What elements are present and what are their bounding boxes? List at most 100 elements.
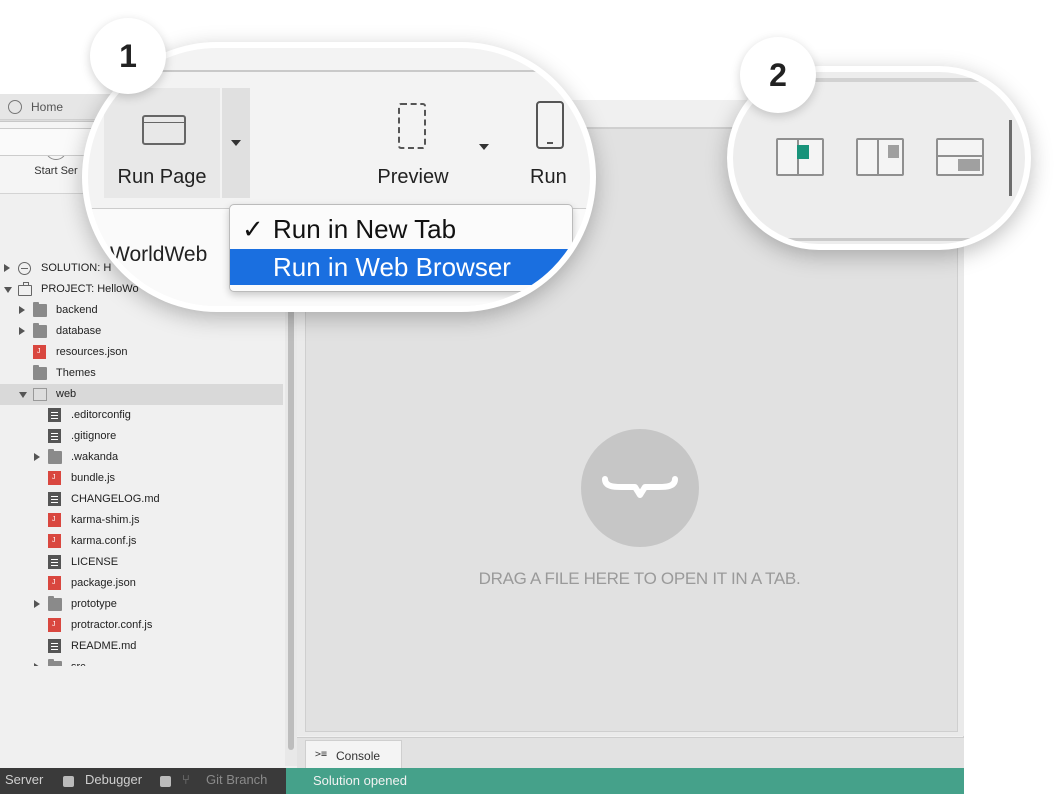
tree-item[interactable]: src [0,657,283,666]
active-panel-fill [797,145,809,159]
split-line [938,155,982,157]
tree-item-label: karma-shim.js [71,514,140,526]
tree-item-label: prototype [71,598,117,610]
tree-item[interactable]: LICENSE [0,552,283,573]
tree-item-label: .editorconfig [71,409,131,421]
tree-item-label: CHANGELOG.md [71,493,160,505]
tree-item[interactable]: .gitignore [0,426,283,447]
collapsed-caret-icon[interactable] [4,264,10,272]
tree-item[interactable]: README.md [0,636,283,657]
preview-button[interactable]: Preview [358,93,468,193]
text-file-icon [48,429,61,443]
tree-item-label: database [56,325,102,337]
layout-right-panel-button[interactable] [856,138,904,176]
layout-bottom-panel-button[interactable] [936,138,984,176]
split-line [877,140,879,174]
tree-item[interactable]: .editorconfig [0,405,283,426]
expanded-caret-icon[interactable] [19,392,27,398]
folder-icon [33,365,47,380]
tree-item[interactable]: karma-shim.js [0,510,283,531]
tree-item-label: resources.json [56,346,128,358]
run-page-dropdown-button[interactable] [222,88,250,198]
tree-item-label: web [56,388,77,400]
preview-label: Preview [377,166,449,188]
debugger-indicator-icon [160,776,171,787]
run-page-dropdown-menu: ✓ Run in New Tab Run in Web Browser [229,204,573,292]
preview-dropdown-icon[interactable] [479,144,489,150]
run-page-label: Run Page [117,166,207,188]
collapsed-caret-icon[interactable] [19,327,25,335]
status-message-bar: Solution opened [286,768,964,794]
menu-item-label: Run in New Tab [273,214,457,244]
toolbar-top-border [88,70,590,72]
status-bar-left: Server Debugger ⑂ Git Branch [0,768,286,794]
run-mobile-button[interactable]: Run [528,93,588,193]
toolbar-edge [1009,120,1012,196]
server-status[interactable]: Server [5,772,43,787]
js-file-icon [33,345,46,359]
panel-fill [958,159,980,171]
js-file-icon [48,471,61,485]
project-icon [18,282,32,296]
text-file-icon [48,555,61,569]
debugger-status[interactable]: Debugger [85,772,142,787]
folder-icon [48,659,62,666]
expanded-caret-icon[interactable] [4,287,12,293]
collapsed-caret-icon[interactable] [34,600,40,608]
js-file-icon [48,576,61,590]
server-indicator-icon [63,776,74,787]
tree-item-label: package.json [71,577,136,589]
sidebar-scroll-thumb[interactable] [288,300,294,750]
menu-item-label: Run in Web Browser [273,252,511,282]
tree-item[interactable]: Themes [0,363,283,384]
solution-icon [18,262,31,275]
preview-device-icon [398,103,426,149]
js-file-icon [48,618,61,632]
tree-item[interactable]: database [0,321,283,342]
tree-item[interactable]: karma.conf.js [0,531,283,552]
console-tab[interactable]: >≡ Console [305,740,402,769]
js-file-icon [48,513,61,527]
terminal-icon: >≡ [315,749,328,760]
tree-item[interactable]: web [0,384,283,405]
collapsed-caret-icon[interactable] [19,306,25,314]
tree-item[interactable]: bundle.js [0,468,283,489]
project-name-fragment: WorldWeb [110,243,208,266]
run-page-button[interactable]: Run Page [104,88,220,198]
run-label: Run [530,166,567,188]
console-tab-label: Console [336,749,381,763]
web-folder-icon [33,388,47,401]
tree-item-label: bundle.js [71,472,116,484]
checkmark-icon: ✓ [242,214,264,244]
tree-item[interactable]: CHANGELOG.md [0,489,283,510]
tree-item-label: README.md [71,640,137,652]
callout-badge-1: 1 [90,18,166,94]
layout-left-panel-button[interactable] [776,138,824,176]
tree-item-label: LICENSE [71,556,119,568]
js-file-icon [48,534,61,548]
collapsed-caret-icon[interactable] [34,453,40,461]
folder-icon [33,323,47,338]
tree-item[interactable]: .wakanda [0,447,283,468]
tree-item-label: .gitignore [71,430,117,442]
empty-editor-message: DRAG A FILE HERE TO OPEN IT IN A TAB. [478,569,801,588]
git-branch-icon: ⑂ [182,772,190,787]
tree-item[interactable]: prototype [0,594,283,615]
git-branch-status[interactable]: Git Branch [206,772,267,787]
menu-item-run-in-new-tab[interactable]: ✓ Run in New Tab [230,211,572,247]
tree-item[interactable]: resources.json [0,342,283,363]
tree-item[interactable]: package.json [0,573,283,594]
tree-item[interactable]: protractor.conf.js [0,615,283,636]
tree-item-label: .wakanda [71,451,119,463]
folder-icon [33,302,47,317]
zoom-callout-run-menu: Run Page Preview Run WorldWeb ✓ Run in N… [82,42,596,312]
status-message: Solution opened [313,773,407,788]
text-file-icon [48,639,61,653]
tree-item-label: karma.conf.js [71,535,137,547]
browser-window-icon [142,115,186,145]
toolbar-bottom-border [733,238,1025,241]
wakanda-logo-icon [581,429,699,547]
folder-icon [48,449,62,464]
menu-item-run-in-web-browser[interactable]: Run in Web Browser [230,249,572,285]
collapsed-caret-icon[interactable] [34,663,40,666]
